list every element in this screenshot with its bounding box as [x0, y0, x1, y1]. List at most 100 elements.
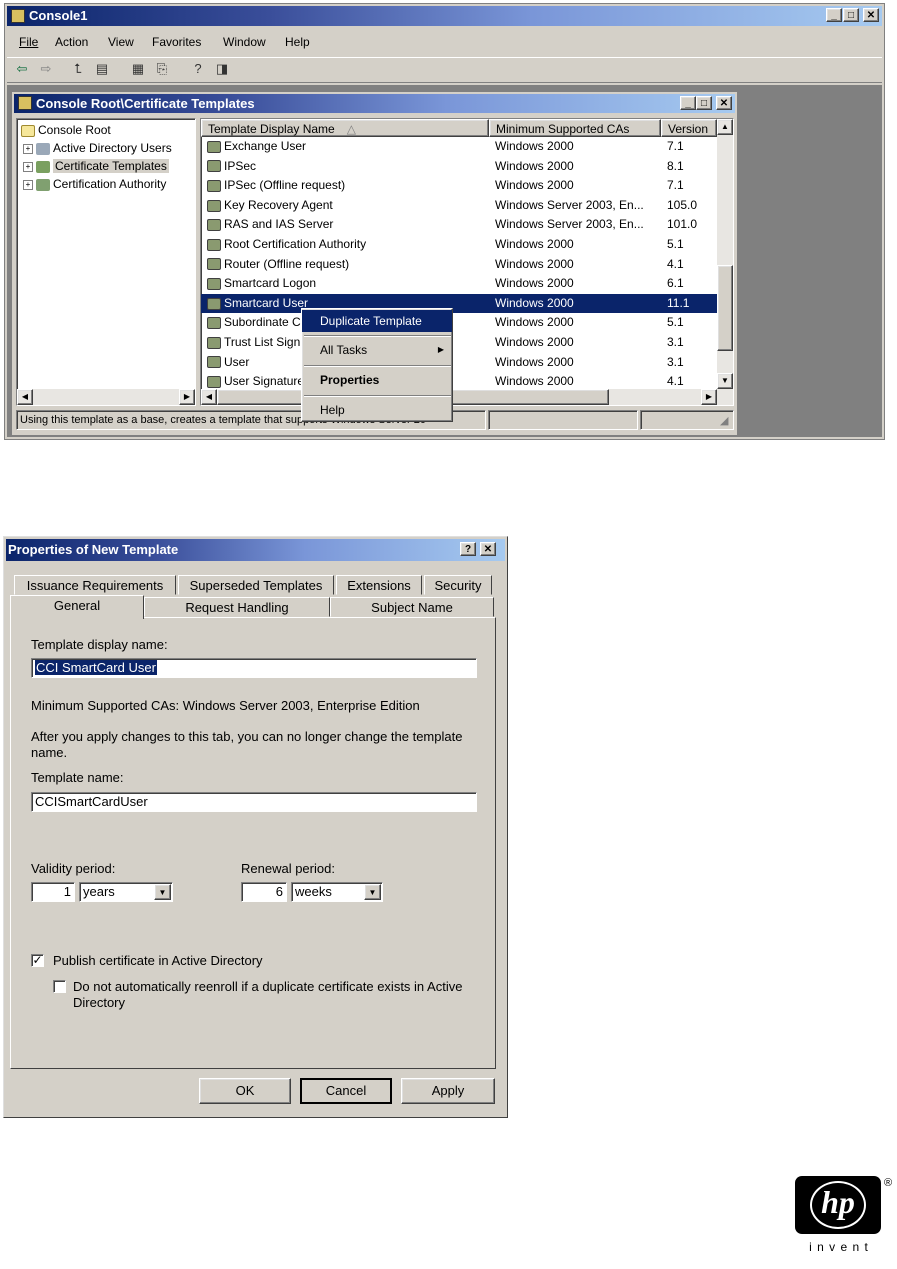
table-row[interactable]: IPSec Windows 2000 8.1: [201, 157, 717, 176]
table-row[interactable]: RAS and IAS Server Windows Server 2003, E…: [201, 215, 717, 234]
inner-close-button[interactable]: ✕: [716, 96, 732, 110]
expand-icon[interactable]: +: [23, 161, 33, 172]
table-row[interactable]: Smartcard Logon Windows 2000 6.1: [201, 274, 717, 293]
reenroll-label-line2[interactable]: Directory: [73, 995, 125, 1010]
inner-maximize-button[interactable]: □: [696, 96, 712, 110]
certificate-template-icon: [207, 219, 221, 232]
help-icon[interactable]: ?: [189, 61, 207, 77]
expand-icon[interactable]: +: [23, 179, 33, 190]
list-vscrollbar[interactable]: ▲ ▼: [717, 119, 733, 389]
certificate-template-icon: [207, 356, 221, 369]
reenroll-checkbox[interactable]: [53, 980, 66, 993]
tree-hscrollbar[interactable]: ◀ ▶: [17, 389, 195, 405]
menu-view[interactable]: View: [108, 35, 134, 49]
publish-label[interactable]: Publish certificate in Active Directory: [53, 953, 263, 968]
tab-security[interactable]: Security: [424, 575, 492, 595]
export-list-icon[interactable]: ⎘: [153, 61, 171, 77]
dialog-help-button[interactable]: ?: [460, 542, 476, 556]
menu-properties[interactable]: Properties: [302, 369, 452, 391]
tab-general[interactable]: General: [10, 595, 144, 619]
menu-duplicate-template[interactable]: Duplicate Template: [302, 310, 452, 332]
display-name-input[interactable]: CCI SmartCard User: [31, 658, 477, 678]
dropdown-arrow-icon[interactable]: ▼: [154, 884, 171, 900]
minimize-button[interactable]: _: [826, 8, 842, 22]
column-header-version[interactable]: Version: [661, 119, 717, 137]
menu-all-tasks[interactable]: All Tasks ▶: [302, 339, 452, 361]
table-row[interactable]: Router (Offline request) Windows 2000 4.1: [201, 255, 717, 274]
templates-titlebar[interactable]: Console Root\Certificate Templates _ □ ✕: [14, 94, 735, 113]
certificate-template-icon: [207, 199, 221, 212]
console-title: Console1: [29, 8, 88, 23]
properties-icon[interactable]: ▦: [129, 61, 147, 77]
min-ca-cell: Windows 2000: [495, 139, 574, 153]
version-cell: 7.1: [667, 139, 684, 153]
dialog-titlebar[interactable]: Properties of New Template ? ✕: [6, 539, 505, 561]
tab-issuance-requirements[interactable]: Issuance Requirements: [14, 575, 176, 595]
tree-item-certification-authority[interactable]: + Certification Authority: [23, 175, 166, 193]
column-header-name[interactable]: Template Display Name △: [201, 119, 489, 137]
up-folder-icon[interactable]: ⮤: [69, 61, 87, 77]
publish-checkbox[interactable]: ✓: [31, 954, 44, 967]
expand-icon[interactable]: +: [23, 143, 33, 154]
scroll-right-button[interactable]: ▶: [179, 389, 195, 405]
table-row[interactable]: Root Certification Authority Windows 2000…: [201, 235, 717, 254]
folder-icon: [21, 124, 35, 137]
scroll-down-button[interactable]: ▼: [717, 373, 733, 389]
dropdown-arrow-icon[interactable]: ▼: [364, 884, 381, 900]
validity-period-label: Validity period:: [31, 861, 116, 876]
console-app-icon: [11, 9, 25, 23]
table-row[interactable]: Key Recovery Agent Windows Server 2003, E…: [201, 196, 717, 215]
tab-request-handling[interactable]: Request Handling: [144, 597, 330, 617]
table-row[interactable]: Smartcard User Windows 2000 11.1: [201, 293, 717, 313]
menu-separator: [304, 395, 451, 397]
maximize-button[interactable]: □: [843, 8, 859, 22]
tree-item-console-root[interactable]: Console Root: [21, 121, 111, 139]
reenroll-label-line1[interactable]: Do not automatically reenroll if a dupli…: [73, 979, 462, 994]
show-action-pane-icon[interactable]: ◨: [213, 61, 231, 77]
show-hide-tree-icon[interactable]: ▤: [93, 61, 111, 77]
tab-extensions[interactable]: Extensions: [336, 575, 422, 595]
template-name-cell: Root Certification Authority: [207, 235, 366, 254]
renewal-period-input[interactable]: 6: [241, 882, 287, 902]
close-button[interactable]: ✕: [863, 8, 879, 22]
certificate-template-icon: [207, 297, 221, 310]
certificate-template-icon: [207, 238, 221, 251]
back-arrow-icon[interactable]: ⇦: [13, 61, 31, 77]
menu-help[interactable]: Help: [285, 35, 310, 49]
tab-subject-name[interactable]: Subject Name: [330, 597, 494, 617]
inner-minimize-button[interactable]: _: [680, 96, 696, 110]
table-row[interactable]: Subordinate Certification AuthorityWindo…: [201, 313, 717, 332]
table-row[interactable]: IPSec (Offline request) Windows 2000 7.1: [201, 176, 717, 195]
tree-item-active-directory[interactable]: + Active Directory Users: [23, 139, 172, 157]
menu-file[interactable]: File: [19, 35, 38, 49]
scroll-left-button[interactable]: ◀: [201, 389, 217, 405]
tab-superseded-templates[interactable]: Superseded Templates: [178, 575, 334, 595]
table-row[interactable]: User Windows 2000 3.1: [201, 353, 717, 372]
menu-action[interactable]: Action: [55, 35, 88, 49]
ok-button[interactable]: OK: [199, 1078, 291, 1104]
scroll-up-button[interactable]: ▲: [717, 119, 733, 135]
menu-window[interactable]: Window: [223, 35, 266, 49]
validity-period-input[interactable]: 1: [31, 882, 75, 902]
menu-help-item[interactable]: Help: [302, 399, 452, 421]
table-row[interactable]: Exchange User Windows 2000 7.1: [201, 137, 717, 156]
table-row[interactable]: Trust List Signing Windows 2000 3.1: [201, 333, 717, 352]
resize-grip-icon[interactable]: ◢: [720, 414, 728, 427]
renewal-unit-select[interactable]: weeks ▼: [291, 882, 383, 902]
dialog-close-button[interactable]: ✕: [480, 542, 496, 556]
cancel-button[interactable]: Cancel: [300, 1078, 392, 1104]
console-titlebar[interactable]: Console1 _ □ ✕: [7, 6, 882, 26]
list-hscrollbar[interactable]: ◀ ▶: [201, 389, 733, 405]
template-name-input[interactable]: CCISmartCardUser: [31, 792, 477, 812]
certificate-template-icon: [207, 160, 221, 173]
tree-item-certificate-templates[interactable]: + Certificate Templates: [23, 157, 169, 175]
scroll-thumb[interactable]: [717, 265, 733, 351]
validity-unit-select[interactable]: years ▼: [79, 882, 173, 902]
certificate-template-icon: [207, 278, 221, 291]
scroll-left-button[interactable]: ◀: [17, 389, 33, 405]
column-header-ca[interactable]: Minimum Supported CAs: [489, 119, 661, 137]
apply-button[interactable]: Apply: [401, 1078, 495, 1104]
menu-favorites[interactable]: Favorites: [152, 35, 201, 49]
scroll-right-button[interactable]: ▶: [701, 389, 717, 405]
forward-arrow-icon[interactable]: ⇨: [37, 61, 55, 77]
